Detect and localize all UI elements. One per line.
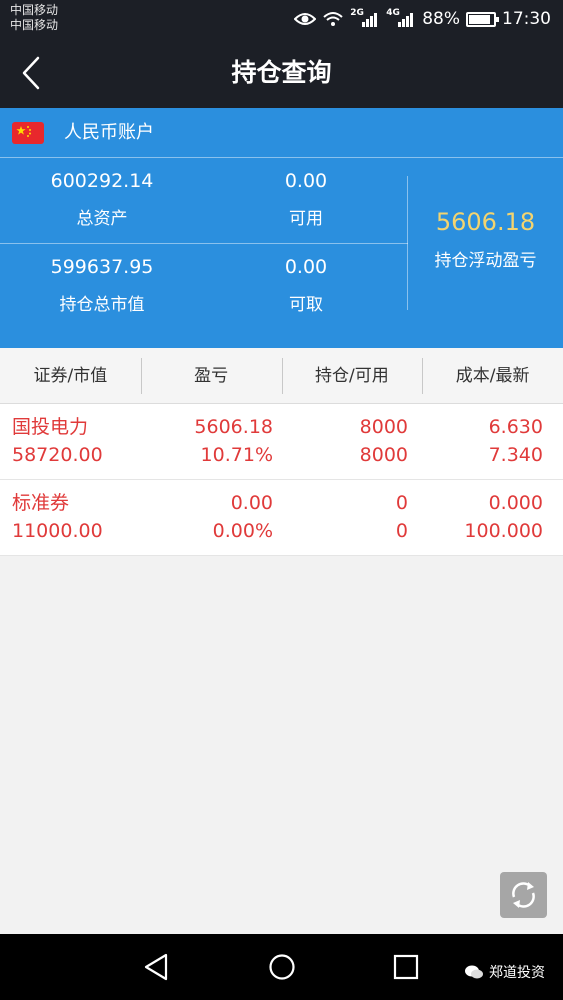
nav-back-button[interactable] — [142, 952, 170, 986]
signal-2g-icon: 2G — [350, 8, 380, 29]
available-qty: 8000 — [359, 444, 408, 466]
account-selector[interactable]: 人民币账户 — [0, 108, 563, 158]
signal-4g-icon: 4G — [386, 8, 416, 29]
status-icons: 2G 4G 88% 17:30 — [294, 0, 551, 38]
position-qty: 8000 — [359, 416, 408, 438]
pnl-percent: 0.00% — [212, 520, 273, 542]
china-flag-icon — [12, 122, 44, 144]
holdings-list: 国投电力 58720.00 5606.18 10.71% 8000 8000 6… — [0, 404, 563, 556]
market-value-value: 599637.95 — [50, 256, 154, 278]
account-name: 人民币账户 — [64, 122, 154, 143]
pnl-amount: 5606.18 — [194, 416, 273, 438]
nav-recents-button[interactable] — [392, 952, 420, 986]
market-value-label: 持仓总市值 — [59, 295, 145, 315]
wifi-icon — [323, 12, 343, 26]
column-header-position[interactable]: 持仓/可用 — [281, 348, 423, 403]
position-qty: 0 — [395, 492, 408, 514]
back-button[interactable] — [14, 52, 54, 94]
pnl-percent: 10.71% — [200, 444, 273, 466]
market-value: 11000.00 — [12, 520, 103, 542]
available-cell: 0.00 可用 — [204, 170, 408, 229]
available-label: 可用 — [289, 209, 323, 229]
account-summary: 人民币账户 600292.14 总资产 0.00 可用 599637.95 持仓… — [0, 108, 563, 348]
carrier-2: 中国移动 — [10, 18, 59, 32]
divider — [0, 243, 408, 244]
wechat-icon — [465, 965, 483, 979]
carrier-1: 中国移动 — [10, 3, 59, 17]
latest-price: 100.000 — [464, 520, 543, 542]
withdrawable-value: 0.00 — [284, 256, 328, 278]
table-row[interactable]: 标准券 11000.00 0.00 0.00% 0 0 0.000 100.00… — [0, 480, 563, 556]
latest-price: 7.340 — [488, 444, 543, 466]
security-name: 国投电力 — [12, 416, 89, 438]
carriers: 中国移动 中国移动 — [10, 3, 58, 33]
refresh-button[interactable] — [500, 872, 547, 918]
market-value-cell: 599637.95 持仓总市值 — [0, 256, 204, 315]
table-row[interactable]: 国投电力 58720.00 5606.18 10.71% 8000 8000 6… — [0, 404, 563, 480]
status-bar: 中国移动 中国移动 2G 4G 88% 17:30 — [0, 0, 563, 38]
available-qty: 0 — [395, 520, 408, 542]
total-assets-cell: 600292.14 总资产 — [0, 170, 204, 229]
available-value: 0.00 — [284, 170, 328, 192]
nav-home-button[interactable] — [267, 952, 297, 986]
watermark: 郑道投资 — [464, 962, 545, 982]
security-name: 标准券 — [12, 492, 70, 514]
cost-price: 6.630 — [488, 416, 543, 438]
withdrawable-cell: 0.00 可取 — [204, 256, 408, 315]
navigation-bar: 郑道投资 — [0, 934, 563, 1000]
header: 持仓查询 — [0, 38, 563, 108]
floating-pnl-label: 持仓浮动盈亏 — [434, 251, 537, 271]
square-recents-icon — [393, 954, 419, 980]
table-header: 证券/市值 盈亏 持仓/可用 成本/最新 — [0, 348, 563, 404]
column-header-cost[interactable]: 成本/最新 — [422, 348, 563, 403]
pnl-amount: 0.00 — [230, 492, 273, 514]
circle-home-icon — [269, 954, 295, 980]
total-assets-label: 总资产 — [76, 209, 128, 229]
chevron-left-icon — [22, 56, 40, 90]
column-header-security[interactable]: 证券/市值 — [0, 348, 141, 403]
signal-4g-tag: 4G — [386, 8, 400, 18]
floating-pnl-cell: 5606.18 持仓浮动盈亏 — [408, 208, 563, 271]
battery-icon — [466, 11, 499, 27]
total-assets-value: 600292.14 — [50, 170, 154, 192]
withdrawable-label: 可取 — [289, 295, 323, 315]
refresh-icon — [512, 882, 535, 908]
triangle-back-icon — [144, 953, 168, 981]
column-header-pnl[interactable]: 盈亏 — [140, 348, 282, 403]
market-value: 58720.00 — [12, 444, 103, 466]
signal-2g-tag: 2G — [350, 8, 364, 18]
clock: 17:30 — [502, 9, 551, 29]
page-title: 持仓查询 — [231, 58, 332, 87]
floating-pnl-value: 5606.18 — [435, 208, 536, 236]
cost-price: 0.000 — [488, 492, 543, 514]
battery-percent: 88% — [422, 9, 460, 29]
watermark-text: 郑道投资 — [489, 965, 545, 981]
eye-icon — [294, 13, 317, 25]
